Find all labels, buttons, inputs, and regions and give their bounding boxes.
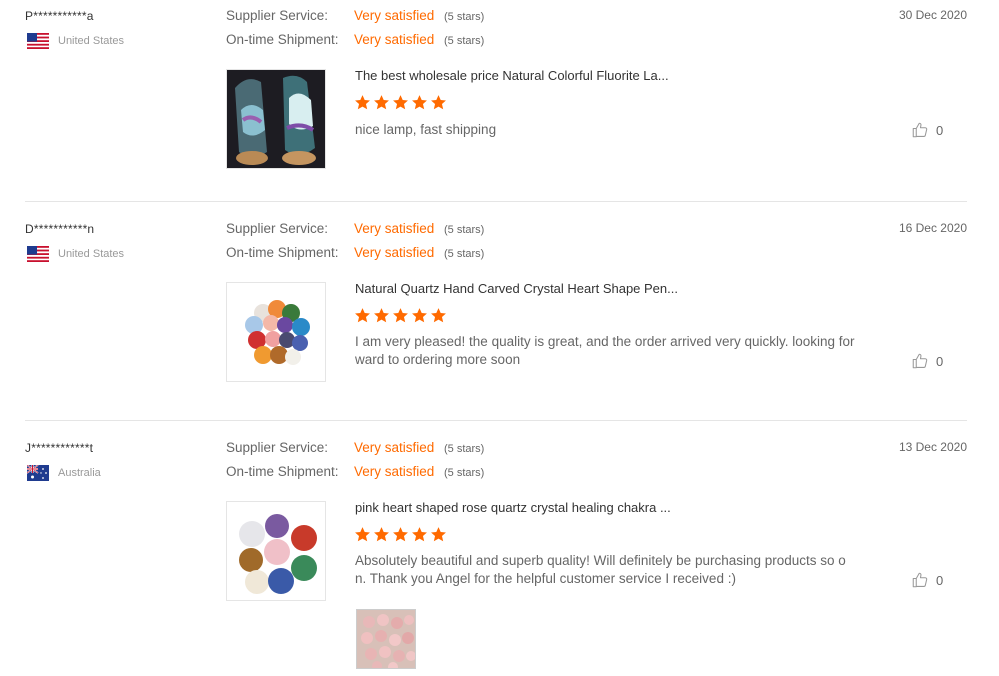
review-divider	[25, 420, 967, 421]
star-icon	[412, 308, 427, 323]
review-item: P***********a United States Supplier Ser…	[0, 0, 999, 200]
shipment-value: Very satisfied	[354, 32, 435, 47]
star-icon	[412, 95, 427, 110]
supplier-service-stars: (5 stars)	[444, 11, 485, 23]
star-rating	[354, 307, 447, 324]
product-title[interactable]: Natural Quartz Hand Carved Crystal Heart…	[355, 281, 678, 296]
review-date: 13 Dec 2020	[898, 440, 967, 454]
shipment-value: Very satisfied	[354, 464, 435, 479]
shipment-stars: (5 stars)	[444, 248, 485, 260]
supplier-service-label: Supplier Service:	[226, 440, 329, 455]
shipment-stars: (5 stars)	[444, 35, 485, 47]
supplier-service-value: Very satisfied	[354, 221, 435, 236]
star-icon	[393, 95, 408, 110]
review-date: 16 Dec 2020	[898, 221, 967, 235]
thumbs-up-icon	[912, 353, 928, 369]
thumbs-up-icon	[912, 572, 928, 588]
buyer-country: Australia	[27, 465, 101, 481]
supplier-service-value: Very satisfied	[354, 440, 435, 455]
supplier-service-label: Supplier Service:	[226, 8, 329, 23]
review-text: Absolutely beautiful and superb quality!…	[355, 553, 846, 586]
us-flag-icon	[27, 33, 49, 49]
star-icon	[374, 527, 389, 542]
star-rating	[354, 526, 447, 543]
country-name: United States	[58, 35, 125, 47]
australia-flag-icon	[27, 465, 49, 481]
star-icon	[393, 308, 408, 323]
rose-quartz-photo	[357, 610, 415, 668]
star-icon	[374, 95, 389, 110]
buyer-country: United States	[27, 33, 124, 49]
like-count: 0	[936, 353, 944, 369]
like-button[interactable]: 0	[911, 121, 943, 139]
review-date: 30 Dec 2020	[898, 8, 967, 22]
like-button[interactable]: 0	[911, 352, 943, 370]
shipment-stars: (5 stars)	[444, 467, 485, 479]
supplier-service-stars: (5 stars)	[444, 443, 485, 455]
star-icon	[393, 527, 408, 542]
buyer-name: J************t	[25, 441, 94, 455]
product-thumbnail[interactable]	[226, 501, 326, 601]
like-count: 0	[936, 122, 944, 138]
star-icon	[374, 308, 389, 323]
star-icon	[431, 527, 446, 542]
buyer-name: P***********a	[25, 9, 94, 23]
review-text: nice lamp, fast shipping	[355, 122, 497, 137]
supplier-service-stars: (5 stars)	[444, 224, 485, 236]
star-rating	[354, 94, 447, 111]
star-icon	[431, 95, 446, 110]
buyer-country: United States	[27, 246, 124, 262]
us-flag-icon	[27, 246, 49, 262]
supplier-service-value: Very satisfied	[354, 8, 435, 23]
heart-stones-image	[227, 502, 325, 600]
star-icon	[355, 308, 370, 323]
like-button[interactable]: 0	[911, 571, 943, 589]
supplier-service-label: Supplier Service:	[226, 221, 329, 236]
country-name: Australia	[58, 467, 101, 479]
review-item: D***********n United States Supplier Ser…	[0, 213, 999, 413]
shipment-value: Very satisfied	[354, 245, 435, 260]
review-divider	[25, 201, 967, 202]
star-icon	[431, 308, 446, 323]
like-count: 0	[936, 572, 944, 588]
review-photo[interactable]	[356, 609, 416, 669]
shipment-label: On-time Shipment:	[226, 245, 339, 260]
review-text: I am very pleased! the quality is great,…	[355, 334, 855, 367]
fluorite-lamp-image	[227, 70, 325, 168]
review-item: J************t Australia Supplier Servic…	[0, 432, 999, 676]
star-icon	[412, 527, 427, 542]
product-title[interactable]: The best wholesale price Natural Colorfu…	[355, 68, 669, 83]
thumbs-up-icon	[912, 122, 928, 138]
star-icon	[355, 95, 370, 110]
buyer-name: D***********n	[25, 222, 95, 236]
product-thumbnail[interactable]	[226, 69, 326, 169]
product-thumbnail[interactable]	[226, 282, 326, 382]
shipment-label: On-time Shipment:	[226, 32, 339, 47]
product-title[interactable]: pink heart shaped rose quartz crystal he…	[355, 500, 671, 515]
crystal-hearts-image	[227, 283, 325, 381]
shipment-label: On-time Shipment:	[226, 464, 339, 479]
country-name: United States	[58, 248, 125, 260]
star-icon	[355, 527, 370, 542]
